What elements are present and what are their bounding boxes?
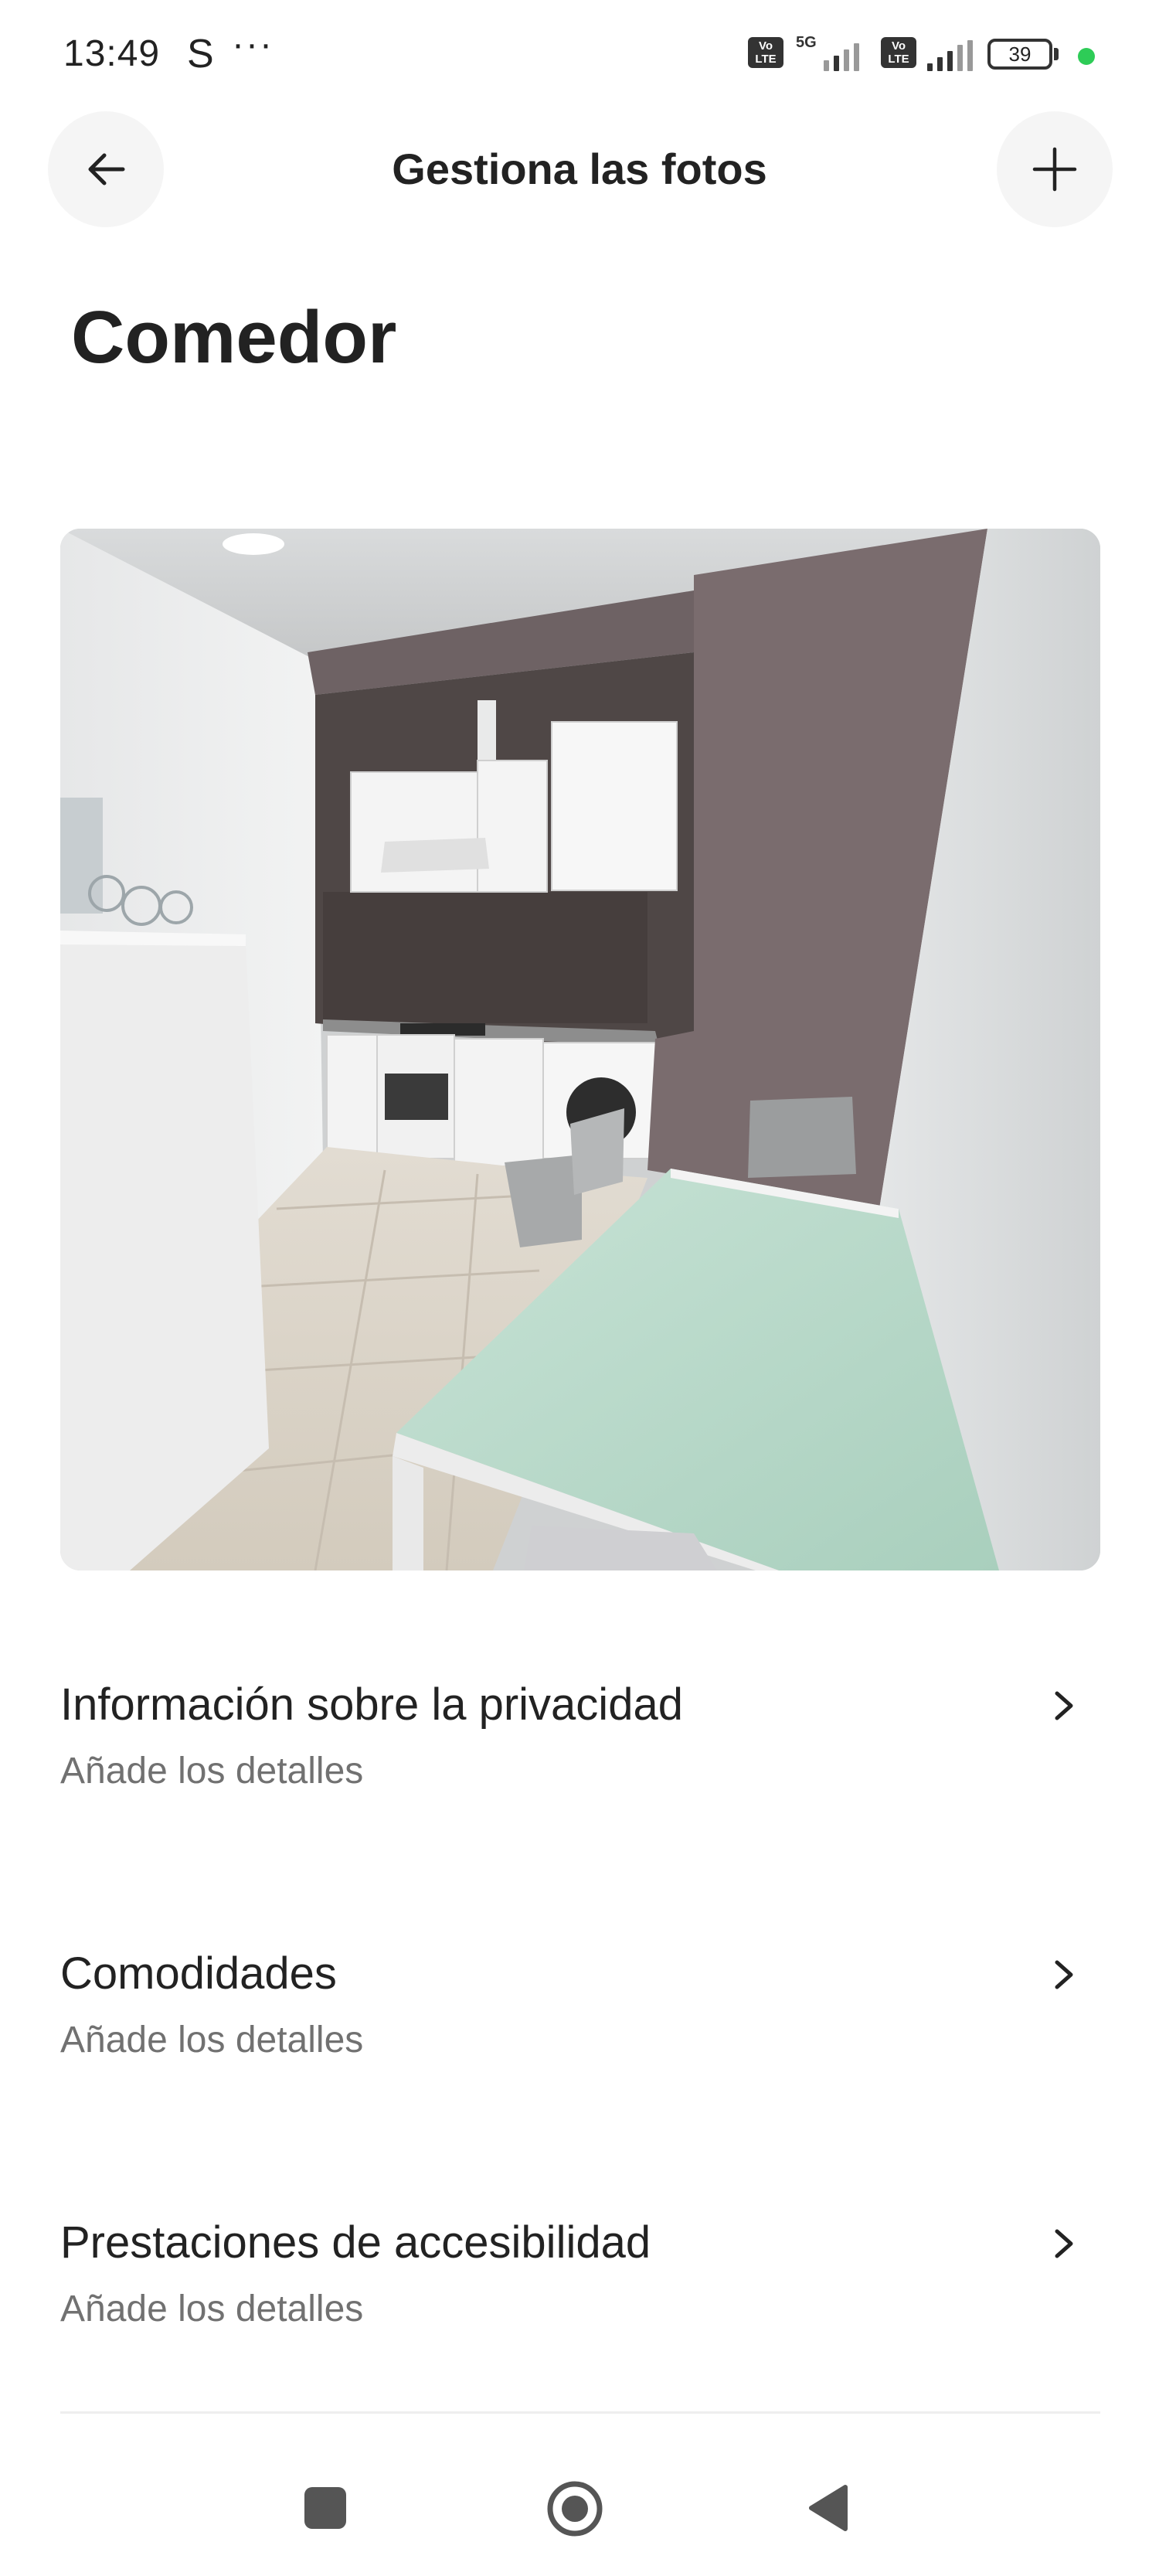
accessibility-row[interactable]: Prestaciones de accesibilidad Añade los … — [60, 2217, 1100, 2387]
status-time: 13:49 — [63, 33, 161, 74]
list-divider — [60, 2411, 1100, 2414]
accessibility-subtitle: Añade los detalles — [60, 2288, 364, 2329]
volte-label: Vo LTE — [755, 39, 777, 66]
accessibility-title: Prestaciones de accesibilidad — [60, 2217, 651, 2268]
recent-apps-button[interactable] — [304, 2487, 346, 2529]
carrier-s-icon: S — [187, 32, 214, 77]
signal-strength-icon-2 — [927, 39, 973, 71]
kitchen-photo-image — [60, 529, 1100, 1570]
home-circle-icon — [547, 2481, 603, 2537]
active-indicator-dot — [1078, 48, 1095, 65]
back-triangle-icon — [809, 2485, 848, 2531]
network-type: 5G — [796, 34, 817, 51]
amenities-subtitle: Añade los detalles — [60, 2020, 364, 2060]
volte-label-2: Vo LTE — [888, 39, 909, 66]
nav-back-button[interactable] — [805, 2482, 850, 2533]
chevron-right-icon — [1045, 1955, 1083, 1994]
privacy-info-row[interactable]: Información sobre la privacidad Añade lo… — [60, 1679, 1100, 1849]
home-button[interactable] — [546, 2479, 604, 2538]
room-title: Comedor — [71, 296, 397, 379]
header-title: Gestiona las fotos — [392, 145, 767, 193]
amenities-title: Comodidades — [60, 1948, 337, 1999]
privacy-info-subtitle: Añade los detalles — [60, 1751, 364, 1792]
amenities-row[interactable]: Comodidades Añade los detalles — [60, 1948, 1100, 2118]
room-photo[interactable] — [60, 529, 1100, 1570]
volte-icon-2: Vo LTE — [881, 37, 916, 68]
volte-icon: Vo LTE — [748, 37, 783, 68]
battery-tip — [1054, 48, 1059, 60]
plus-icon — [1032, 147, 1077, 192]
more-notifications-icon: ··· — [232, 24, 274, 65]
signal-strength-icon — [824, 39, 859, 71]
add-photo-button[interactable] — [997, 111, 1113, 227]
battery-icon: 39 — [987, 39, 1052, 70]
chevron-right-icon — [1045, 2224, 1083, 2263]
chevron-right-icon — [1045, 1686, 1083, 1725]
privacy-info-title: Información sobre la privacidad — [60, 1679, 683, 1730]
